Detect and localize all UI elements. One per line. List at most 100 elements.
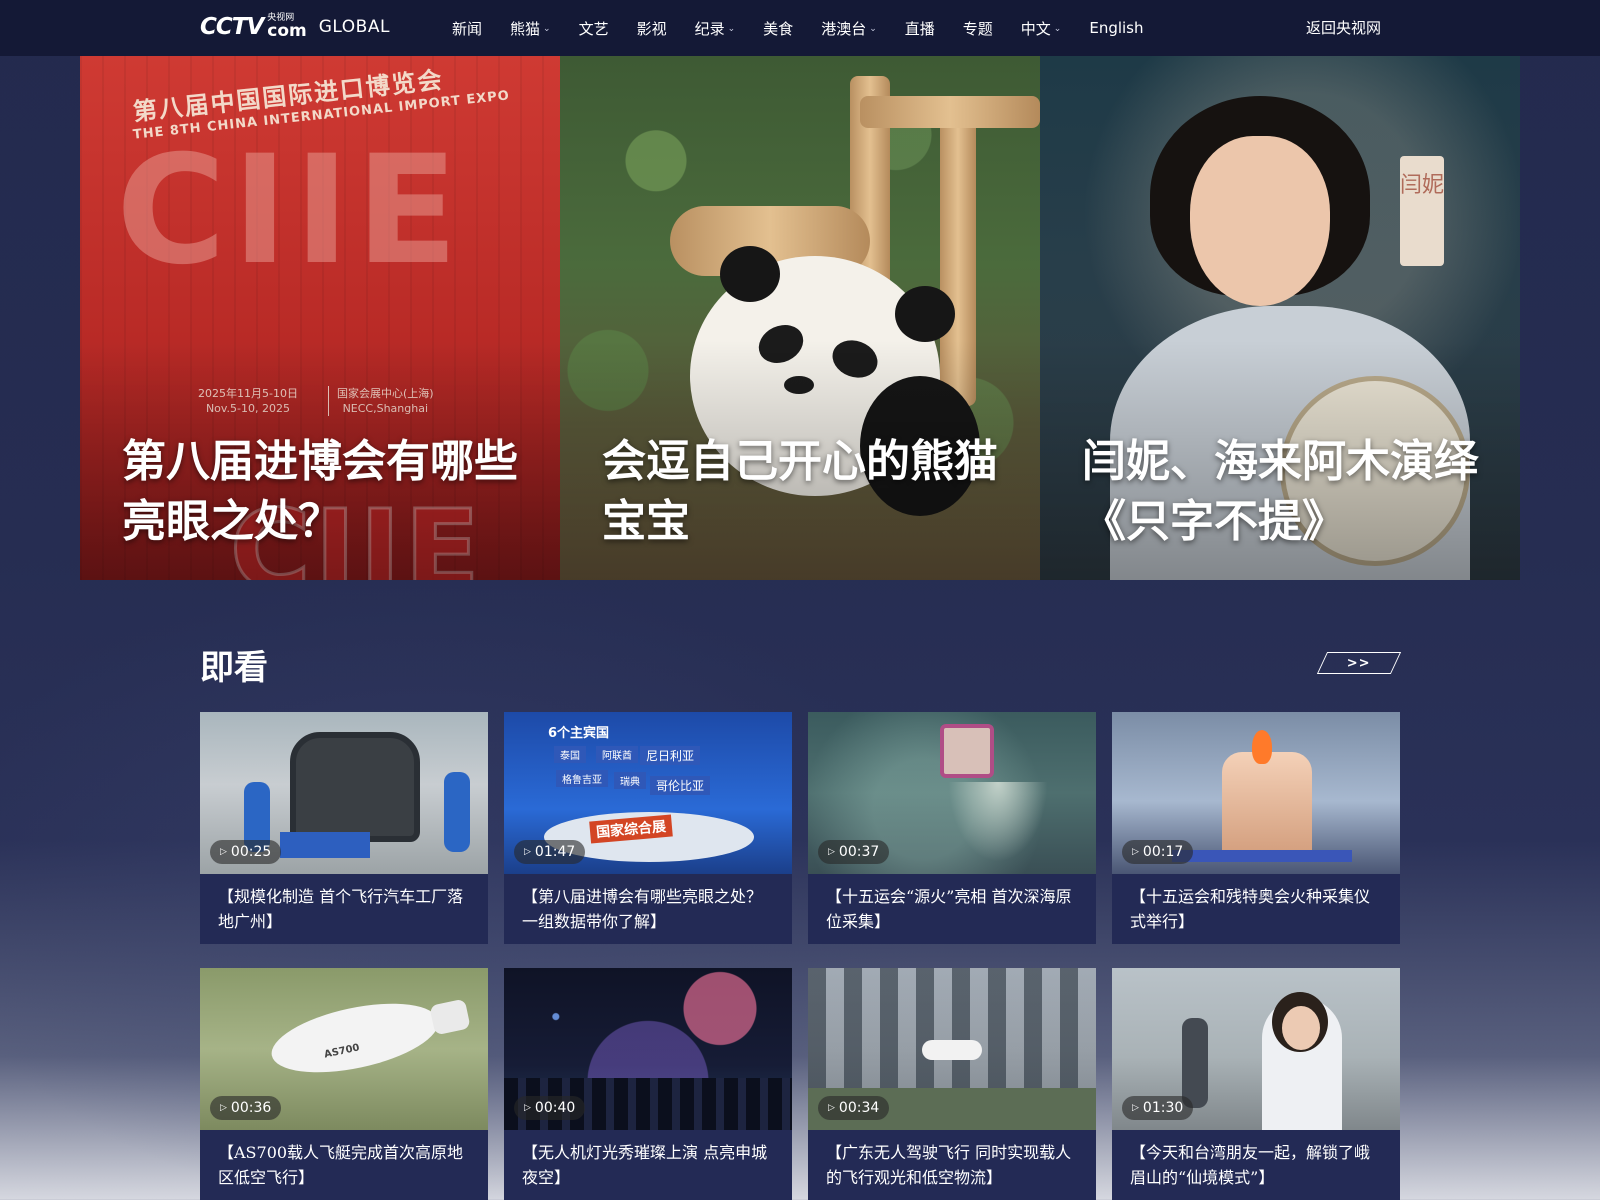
blue-crate bbox=[280, 832, 370, 858]
hero-title[interactable]: 第八届进博会有哪些亮眼之处？ bbox=[122, 432, 536, 552]
hero-title[interactable]: 闫妮、海来阿木演绎《只字不提》 bbox=[1082, 432, 1496, 552]
video-card[interactable]: 6个主宾国 泰国 阿联酋 尼日利亚 格鲁吉亚 瑞典 哥伦比亚 国家综合展 ▷ 0… bbox=[504, 712, 792, 944]
cctv-global-logo[interactable]: CCTV 央视网 com GLOBAL bbox=[200, 9, 390, 45]
play-icon: ▷ bbox=[828, 847, 835, 857]
thumb-tag: 格鲁吉亚 bbox=[556, 770, 608, 787]
nav-item-food[interactable]: 美食 bbox=[763, 18, 793, 39]
thumb-tag: 哥伦比亚 bbox=[650, 776, 711, 795]
nav-label: 中文 bbox=[1020, 19, 1051, 38]
nav-item-english[interactable]: English bbox=[1089, 19, 1143, 37]
nav-item-film[interactable]: 影视 bbox=[637, 18, 667, 39]
hero-title[interactable]: 会逗自己开心的熊猫宝宝 bbox=[602, 432, 1016, 552]
logo-small: 央视网 com bbox=[267, 14, 306, 40]
nav-item-arts[interactable]: 文艺 bbox=[579, 18, 609, 39]
duration-badge: ▷ 00:34 bbox=[818, 1096, 890, 1120]
factory-frame bbox=[290, 732, 420, 842]
video-caption[interactable]: 【第八届进博会有哪些亮眼之处？一组数据带你了解】 bbox=[522, 884, 774, 934]
duration-text: 00:37 bbox=[838, 844, 880, 860]
video-caption[interactable]: 【十五运会和残特奥会火种采集仪式举行】 bbox=[1130, 884, 1382, 934]
nav-label: 港澳台 bbox=[821, 19, 867, 38]
nav-label: 纪录 bbox=[694, 19, 725, 38]
video-caption[interactable]: 【广东无人驾驶飞行 同时实现载人的飞行观光和低空物流】 bbox=[826, 1140, 1078, 1190]
thumb-tag: 尼日利亚 bbox=[640, 746, 701, 765]
logo-mark: CCTV bbox=[200, 14, 264, 40]
thumb-heading: 6个主宾国 bbox=[548, 726, 610, 741]
nav-item-live[interactable]: 直播 bbox=[905, 18, 935, 39]
nav-item-panda[interactable]: 熊猫 ⌄ bbox=[510, 18, 551, 39]
hero-card-ciie[interactable]: 第八届中国国际进口博览会 THE 8TH CHINA INTERNATIONAL… bbox=[80, 56, 560, 580]
duration-badge: ▷ 00:40 bbox=[514, 1096, 586, 1120]
name-sign: 闫妮 bbox=[1400, 156, 1444, 266]
video-caption[interactable]: 【无人机灯光秀璀璨上演 点亮申城夜空】 bbox=[522, 1140, 774, 1190]
logo-global: GLOBAL bbox=[318, 17, 390, 37]
back-to-cctv-link[interactable]: 返回央视网 bbox=[1306, 17, 1381, 38]
main-nav: 新闻 熊猫 ⌄ 文艺 影视 纪录 ⌄ 美食 港澳台 ⌄ 直播 专题 中文 ⌄ E… bbox=[452, 0, 1172, 56]
nav-item-chinese[interactable]: 中文 ⌄ bbox=[1021, 18, 1062, 39]
hero-card-panda[interactable]: 会逗自己开心的熊猫宝宝 bbox=[560, 56, 1040, 580]
nav-label: 影视 bbox=[636, 19, 667, 38]
airship bbox=[265, 990, 445, 1086]
flame bbox=[1252, 730, 1272, 764]
nav-item-news[interactable]: 新闻 bbox=[452, 18, 482, 39]
video-card[interactable]: ▷ 00:34 【广东无人驾驶飞行 同时实现载人的飞行观光和低空物流】 bbox=[808, 968, 1096, 1200]
chevron-down-icon: ⌄ bbox=[869, 24, 877, 34]
chevron-down-icon: ⌄ bbox=[1053, 24, 1062, 34]
play-icon: ▷ bbox=[524, 1103, 531, 1113]
video-card[interactable]: ▷ 00:40 【无人机灯光秀璀璨上演 点亮申城夜空】 bbox=[504, 968, 792, 1200]
video-card[interactable]: ▷ 00:25 【规模化制造 首个飞行汽车工厂落地广州】 bbox=[200, 712, 488, 944]
top-header: CCTV 央视网 com GLOBAL 新闻 熊猫 ⌄ 文艺 影视 纪录 ⌄ 美… bbox=[0, 0, 1600, 56]
duration-text: 00:40 bbox=[534, 1100, 576, 1116]
image-venue-en: NECC,Shanghai bbox=[342, 402, 429, 415]
nav-item-hk-macao-taiwan[interactable]: 港澳台 ⌄ bbox=[821, 18, 877, 39]
nav-label: 熊猫 bbox=[510, 19, 541, 38]
duration-badge: ▷ 00:25 bbox=[210, 840, 282, 864]
image-date-en: Nov.5-10, 2025 bbox=[205, 402, 291, 415]
duration-text: 00:25 bbox=[230, 844, 272, 860]
panda-eye-patch bbox=[827, 334, 883, 384]
nav-label: English bbox=[1089, 19, 1144, 37]
duration-badge: ▷ 00:17 bbox=[1122, 840, 1194, 864]
nav-item-documentary[interactable]: 纪录 ⌄ bbox=[695, 18, 736, 39]
video-card[interactable]: AS700 ▷ 00:36 【AS700载人飞艇完成首次高原地区低空飞行】 bbox=[200, 968, 488, 1200]
play-icon: ▷ bbox=[828, 1103, 835, 1113]
panda-ear bbox=[720, 246, 780, 302]
video-caption[interactable]: 【AS700载人飞艇完成首次高原地区低空飞行】 bbox=[218, 1140, 470, 1190]
image-venue-cn: 国家会展中心(上海) bbox=[337, 387, 434, 400]
duration-text: 00:17 bbox=[1142, 844, 1184, 860]
light-beam bbox=[948, 782, 1048, 862]
nav-label: 新闻 bbox=[452, 19, 483, 38]
hero-carousel: 第八届中国国际进口博览会 THE 8TH CHINA INTERNATIONAL… bbox=[80, 56, 1520, 580]
play-icon: ▷ bbox=[220, 847, 227, 857]
video-caption[interactable]: 【十五运会“源火”亮相 首次深海原位采集】 bbox=[826, 884, 1078, 934]
image-date-cn: 2025年11月5-10日 bbox=[198, 387, 298, 400]
duration-text: 00:36 bbox=[230, 1100, 272, 1116]
torch-vessel bbox=[1222, 752, 1312, 856]
more-button[interactable]: >> bbox=[1316, 652, 1402, 674]
panda-nose bbox=[784, 376, 814, 394]
nav-label: 文艺 bbox=[578, 19, 609, 38]
visitor-figure bbox=[1182, 1018, 1208, 1108]
nav-label: 美食 bbox=[763, 19, 794, 38]
nav-label: 专题 bbox=[962, 19, 993, 38]
video-card[interactable]: ▷ 00:17 【十五运会和残特奥会火种采集仪式举行】 bbox=[1112, 712, 1400, 944]
video-card[interactable]: ▷ 01:30 【今天和台湾朋友一起，解锁了峨眉山的“仙境模式”】 bbox=[1112, 968, 1400, 1200]
performer-face bbox=[1190, 136, 1330, 306]
chevron-down-icon: ⌄ bbox=[543, 24, 551, 34]
hero-card-performance[interactable]: 闫妮 闫妮、海来阿木演绎《只字不提》 bbox=[1040, 56, 1520, 580]
duration-text: 00:34 bbox=[838, 1100, 880, 1116]
nav-item-topics[interactable]: 专题 bbox=[963, 18, 993, 39]
sampling-device bbox=[940, 724, 994, 778]
video-caption[interactable]: 【规模化制造 首个飞行汽车工厂落地广州】 bbox=[218, 884, 470, 934]
video-caption[interactable]: 【今天和台湾朋友一起，解锁了峨眉山的“仙境模式”】 bbox=[1130, 1140, 1382, 1190]
logo-com: com bbox=[267, 21, 307, 41]
thumb-tag: 泰国 bbox=[554, 746, 586, 763]
more-label: >> bbox=[1347, 655, 1371, 671]
panda-ear bbox=[895, 286, 955, 342]
ciie-big-mark: CIIE bbox=[116, 124, 465, 298]
video-card[interactable]: ▷ 00:37 【十五运会“源火”亮相 首次深海原位采集】 bbox=[808, 712, 1096, 944]
duration-badge: ▷ 01:47 bbox=[514, 840, 586, 864]
image-date: 2025年11月5-10日 Nov.5-10, 2025 bbox=[198, 386, 298, 416]
bamboo-pole bbox=[940, 116, 976, 406]
nav-label: 直播 bbox=[904, 19, 935, 38]
play-icon: ▷ bbox=[1132, 1103, 1139, 1113]
